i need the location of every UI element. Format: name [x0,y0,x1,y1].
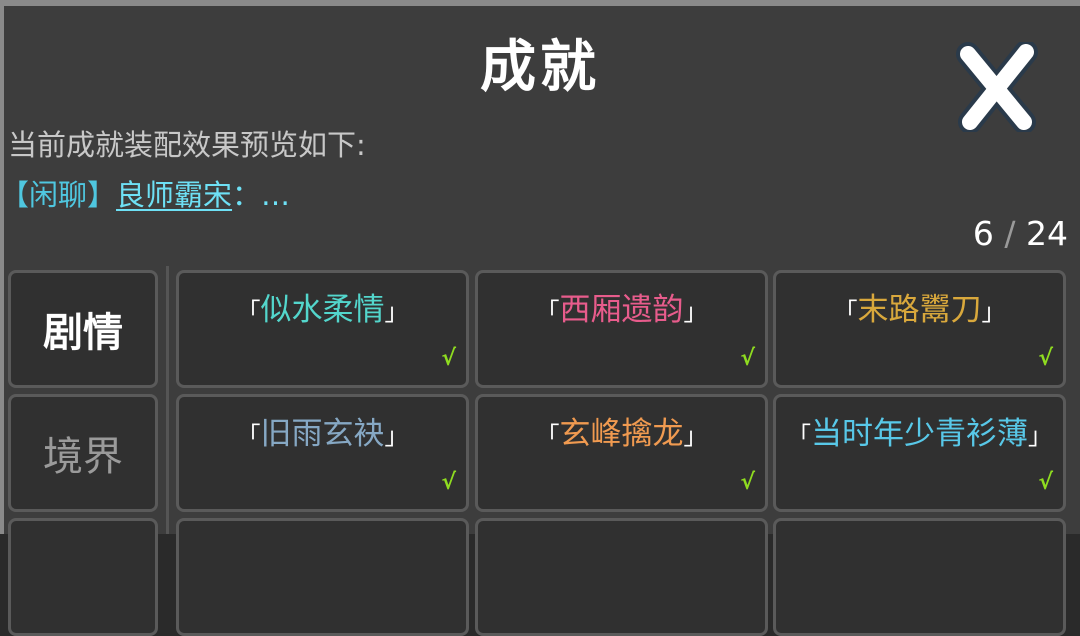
achievement-title: 玄峰擒龙 [559,416,684,452]
counter-separator: / [1004,214,1016,253]
equipped-achievement-link[interactable]: 良师霸宋 [116,178,232,212]
achievement-card[interactable]: 「西厢遗韵」 √ [475,270,768,388]
counter-current: 6 [972,214,994,253]
achievement-name: 「末路鬻刀」 [786,293,1053,329]
achievement-name: 「玄峰擒龙」 [488,417,755,453]
bracket-open: 「 [236,298,261,326]
close-button[interactable] [954,40,1040,134]
achievement-card[interactable]: 「当时年少青衫薄」 √ [773,394,1066,512]
category-tab[interactable]: 境界 [8,394,158,512]
preview-suffix: ：… [232,178,291,212]
achievement-card-partial[interactable] [475,518,768,636]
bracket-close: 」 [384,422,409,450]
achievement-card[interactable]: 「玄峰擒龙」 √ [475,394,768,512]
achievement-title: 旧雨玄袂 [260,416,385,452]
category-tab-partial[interactable] [8,518,158,636]
checkmark-icon: √ [1038,346,1053,371]
achievement-card[interactable]: 「似水柔情」 √ [176,270,469,388]
bracket-open: 「 [787,422,811,450]
category-tab[interactable]: 剧情 [8,270,158,388]
achievement-name: 「西厢遗韵」 [488,293,755,329]
achievement-name: 「旧雨玄袂」 [189,417,456,453]
bracket-open: 「 [833,298,858,326]
achievement-counter: 6 / 24 [973,214,1068,253]
bracket-close: 」 [683,298,708,326]
bracket-close: 」 [1028,422,1052,450]
counter-total: 24 [1026,214,1068,253]
achievement-card-partial[interactable] [773,518,1066,636]
page-title: 成就 [480,34,600,100]
checkmark-icon: √ [441,346,456,371]
achievement-title: 当时年少青衫薄 [811,416,1028,452]
achievement-name: 「似水柔情」 [189,293,456,329]
achievement-title: 西厢遗韵 [559,292,684,328]
achievement-title: 末路鬻刀 [857,292,982,328]
bracket-open: 「 [535,422,560,450]
bracket-close: 」 [384,298,409,326]
achievement-name: 「当时年少青衫薄」 [786,417,1053,453]
achievement-card-partial[interactable] [176,518,469,636]
achievement-card[interactable]: 「旧雨玄袂」 √ [176,394,469,512]
bracket-close: 」 [683,422,708,450]
checkmark-icon: √ [1038,470,1053,495]
checkmark-icon: √ [740,346,755,371]
column-divider [166,266,169,534]
chat-tag: 【闲聊】 [0,178,117,212]
checkmark-icon: √ [740,470,755,495]
bracket-open: 「 [535,298,560,326]
bracket-close: 」 [981,298,1006,326]
achievement-card[interactable]: 「末路鬻刀」 √ [773,270,1066,388]
achievement-title: 似水柔情 [260,292,385,328]
preview-label: 当前成就装配效果预览如下: [8,128,366,162]
bracket-open: 「 [236,422,261,450]
close-icon [956,40,1038,134]
checkmark-icon: √ [441,470,456,495]
preview-line: 【闲聊】良师霸宋：… [0,172,290,214]
